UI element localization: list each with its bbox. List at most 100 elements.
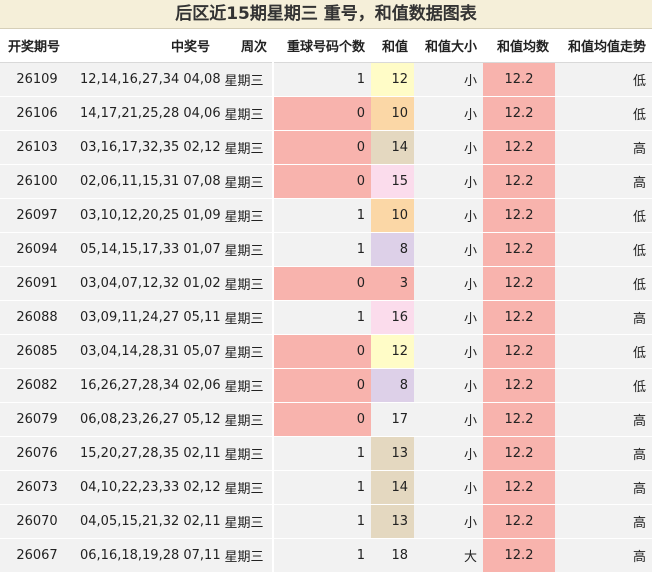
cell-numbers: 04,10,22,23,33 02,12 xyxy=(74,470,221,505)
cell-size: 小 xyxy=(414,470,483,505)
cell-numbers: 02,06,11,15,31 07,08 xyxy=(74,164,221,199)
cell-size: 小 xyxy=(414,130,483,165)
cell-issue: 26076 xyxy=(0,436,74,471)
cell-repeat: 0 xyxy=(273,402,371,437)
cell-avg: 12.2 xyxy=(483,470,555,505)
cell-weekday: 星期三 xyxy=(216,62,274,97)
cell-repeat: 1 xyxy=(273,470,371,505)
cell-repeat: 1 xyxy=(273,538,371,573)
cell-issue: 26085 xyxy=(0,334,74,369)
header-trend: 和值均值走势 xyxy=(555,29,652,63)
table-row: 26088 03,09,11,24,27 05,11 星期三 1 16 小 12.2 高 xyxy=(0,300,652,335)
cell-trend: 低 xyxy=(555,232,652,267)
cell-numbers: 16,26,27,28,34 02,06 xyxy=(74,368,221,403)
cell-size: 小 xyxy=(414,232,483,267)
cell-weekday: 星期三 xyxy=(216,164,274,199)
cell-weekday: 星期三 xyxy=(216,538,274,573)
cell-issue: 26070 xyxy=(0,504,74,539)
table-row: 26076 15,20,27,28,35 02,11 星期三 1 13 小 12.2 高 xyxy=(0,436,652,471)
cell-weekday: 星期三 xyxy=(216,436,274,471)
cell-weekday: 星期三 xyxy=(216,300,274,335)
page-title: 后区近15期星期三 重号，和值数据图表 xyxy=(0,0,652,29)
cell-trend: 低 xyxy=(555,198,652,233)
cell-trend: 低 xyxy=(555,96,652,131)
cell-trend: 高 xyxy=(555,402,652,437)
cell-sum: 12 xyxy=(371,62,414,97)
table-row: 26091 03,04,07,12,32 01,02 星期三 0 3 小 12.2 低 xyxy=(0,266,652,301)
cell-avg: 12.2 xyxy=(483,130,555,165)
cell-sum: 16 xyxy=(371,300,414,335)
table-header-row: 开奖期号 中奖号 周次 重球号码个数 和值 和值大小 和值均数 和值均值走势 xyxy=(0,29,652,63)
cell-issue: 26082 xyxy=(0,368,74,403)
table-row: 26097 03,10,12,20,25 01,09 星期三 1 10 小 12.2 低 xyxy=(0,198,652,233)
cell-size: 大 xyxy=(414,538,483,573)
cell-size: 小 xyxy=(414,300,483,335)
cell-sum: 10 xyxy=(371,198,414,233)
cell-size: 小 xyxy=(414,96,483,131)
cell-weekday: 星期三 xyxy=(216,368,274,403)
cell-repeat: 1 xyxy=(273,198,371,233)
cell-avg: 12.2 xyxy=(483,300,555,335)
cell-numbers: 06,16,18,19,28 07,11 xyxy=(74,538,221,573)
cell-weekday: 星期三 xyxy=(216,470,274,505)
cell-avg: 12.2 xyxy=(483,96,555,131)
cell-repeat: 1 xyxy=(273,300,371,335)
table-row: 26070 04,05,15,21,32 02,11 星期三 1 13 小 12.2 高 xyxy=(0,504,652,539)
cell-weekday: 星期三 xyxy=(216,198,274,233)
cell-sum: 13 xyxy=(371,436,414,471)
table-row: 26109 12,14,16,27,34 04,08 星期三 1 12 小 12.2 低 xyxy=(0,62,652,97)
cell-weekday: 星期三 xyxy=(216,130,274,165)
cell-repeat: 0 xyxy=(273,96,371,131)
cell-issue: 26088 xyxy=(0,300,74,335)
cell-weekday: 星期三 xyxy=(216,504,274,539)
cell-size: 小 xyxy=(414,198,483,233)
cell-weekday: 星期三 xyxy=(216,96,274,131)
cell-sum: 14 xyxy=(371,470,414,505)
cell-numbers: 03,16,17,32,35 02,12 xyxy=(74,130,221,165)
cell-issue: 26091 xyxy=(0,266,74,301)
cell-issue: 26097 xyxy=(0,198,74,233)
table-row: 26082 16,26,27,28,34 02,06 星期三 0 8 小 12.2 低 xyxy=(0,368,652,403)
cell-numbers: 14,17,21,25,28 04,06 xyxy=(74,96,221,131)
cell-avg: 12.2 xyxy=(483,62,555,97)
cell-weekday: 星期三 xyxy=(216,232,274,267)
cell-trend: 高 xyxy=(555,470,652,505)
header-numbers: 中奖号 xyxy=(74,29,216,63)
cell-numbers: 03,10,12,20,25 01,09 xyxy=(74,198,221,233)
cell-repeat: 1 xyxy=(273,436,371,471)
header-weekday: 周次 xyxy=(216,29,273,63)
cell-numbers: 05,14,15,17,33 01,07 xyxy=(74,232,221,267)
cell-sum: 15 xyxy=(371,164,414,199)
cell-sum: 17 xyxy=(371,402,414,437)
cell-sum: 8 xyxy=(371,368,414,403)
cell-avg: 12.2 xyxy=(483,266,555,301)
cell-numbers: 03,04,07,12,32 01,02 xyxy=(74,266,221,301)
cell-trend: 高 xyxy=(555,300,652,335)
cell-issue: 26094 xyxy=(0,232,74,267)
header-issue: 开奖期号 xyxy=(0,29,74,63)
cell-repeat: 0 xyxy=(273,368,371,403)
cell-numbers: 04,05,15,21,32 02,11 xyxy=(74,504,221,539)
cell-numbers: 15,20,27,28,35 02,11 xyxy=(74,436,221,471)
header-repeat: 重球号码个数 xyxy=(273,29,371,63)
table-row: 26094 05,14,15,17,33 01,07 星期三 1 8 小 12.2 低 xyxy=(0,232,652,267)
header-sum: 和值 xyxy=(371,29,414,63)
header-size: 和值大小 xyxy=(414,29,483,63)
cell-avg: 12.2 xyxy=(483,334,555,369)
cell-sum: 13 xyxy=(371,504,414,539)
cell-trend: 高 xyxy=(555,130,652,165)
cell-size: 小 xyxy=(414,504,483,539)
cell-trend: 低 xyxy=(555,62,652,97)
cell-avg: 12.2 xyxy=(483,436,555,471)
cell-numbers: 03,09,11,24,27 05,11 xyxy=(74,300,221,335)
cell-avg: 12.2 xyxy=(483,198,555,233)
header-avg: 和值均数 xyxy=(483,29,555,63)
cell-repeat: 0 xyxy=(273,266,371,301)
cell-avg: 12.2 xyxy=(483,368,555,403)
cell-avg: 12.2 xyxy=(483,402,555,437)
cell-sum: 18 xyxy=(371,538,414,573)
cell-issue: 26103 xyxy=(0,130,74,165)
cell-trend: 高 xyxy=(555,164,652,199)
cell-sum: 14 xyxy=(371,130,414,165)
cell-weekday: 星期三 xyxy=(216,402,274,437)
